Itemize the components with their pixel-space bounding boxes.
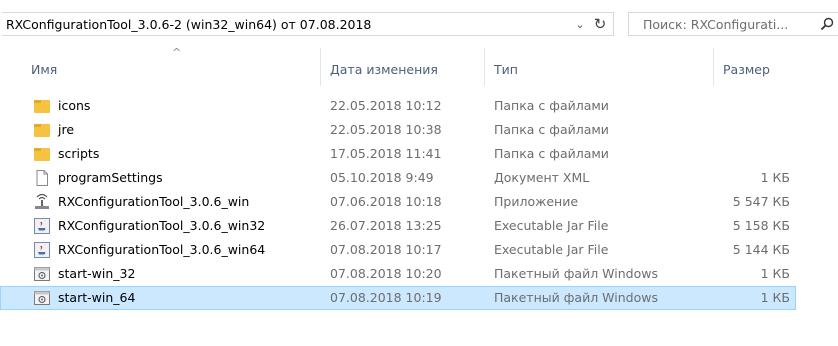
file-date: 07.06.2018 10:18 xyxy=(330,194,442,209)
file-date: 07.08.2018 10:17 xyxy=(330,242,442,257)
file-size: 1 КБ xyxy=(760,170,790,185)
file-row-programsettings[interactable]: programSettings 05.10.2018 9:49 Документ… xyxy=(0,166,796,190)
file-type: Папка с файлами xyxy=(494,98,609,113)
file-size: 1 КБ xyxy=(760,266,790,281)
column-header-row: ^ Имя Дата изменения Тип Размер xyxy=(0,40,838,86)
column-header-name[interactable]: Имя xyxy=(31,62,57,77)
file-name: icons xyxy=(58,98,91,113)
document-icon xyxy=(33,169,51,187)
file-type: Папка с файлами xyxy=(494,122,609,137)
batch-file-icon xyxy=(33,289,51,307)
batch-file-icon xyxy=(33,265,51,283)
column-header-type[interactable]: Тип xyxy=(494,62,518,77)
file-row-scripts[interactable]: scripts 17.05.2018 11:41 Папка с файлами xyxy=(0,142,796,166)
file-type: Executable Jar File xyxy=(494,218,609,233)
column-divider[interactable] xyxy=(484,48,485,86)
file-name: jre xyxy=(58,122,75,137)
file-name: scripts xyxy=(58,146,100,161)
toolbar: RXConfigurationTool_3.0.6-2 (win32_win64… xyxy=(0,0,838,40)
file-row-rxconfigurationtool-win[interactable]: RXConfigurationTool_3.0.6_win 07.06.2018… xyxy=(0,190,796,214)
file-type: Пакетный файл Windows xyxy=(494,266,658,281)
search-input[interactable]: Поиск: RXConfigurati... xyxy=(629,17,816,32)
file-row-start-win-64[interactable]: start-win_64 07.08.2018 10:19 Пакетный ф… xyxy=(0,286,796,310)
file-row-rxconfigurationtool-win32[interactable]: RXConfigurationTool_3.0.6_win32 26.07.20… xyxy=(0,214,796,238)
java-jar-icon xyxy=(33,241,51,259)
search-icon[interactable] xyxy=(816,17,838,31)
folder-icon xyxy=(33,145,51,163)
application-icon xyxy=(33,193,51,211)
file-type: Приложение xyxy=(494,194,579,209)
file-date: 22.05.2018 10:12 xyxy=(330,98,442,113)
file-size: 1 КБ xyxy=(760,290,790,305)
column-divider[interactable] xyxy=(713,48,714,86)
file-type: Executable Jar File xyxy=(494,242,609,257)
file-type: Папка с файлами xyxy=(494,146,609,161)
file-name: start-win_32 xyxy=(58,266,136,281)
address-path[interactable]: RXConfigurationTool_3.0.6-2 (win32_win64… xyxy=(2,17,571,32)
file-size: 5 547 КБ xyxy=(732,194,790,209)
folder-icon xyxy=(33,97,51,115)
search-box[interactable]: Поиск: RXConfigurati... xyxy=(628,12,838,36)
file-type: Документ XML xyxy=(494,170,590,185)
file-name: RXConfigurationTool_3.0.6_win64 xyxy=(58,242,266,257)
file-size: 5 158 КБ xyxy=(732,218,790,233)
file-row-jre[interactable]: jre 22.05.2018 10:38 Папка с файлами xyxy=(0,118,796,142)
column-header-date[interactable]: Дата изменения xyxy=(330,62,438,77)
file-row-start-win-32[interactable]: start-win_32 07.08.2018 10:20 Пакетный ф… xyxy=(0,262,796,286)
sort-ascending-icon: ^ xyxy=(172,46,182,59)
file-row-icons[interactable]: icons 22.05.2018 10:12 Папка с файлами xyxy=(0,94,796,118)
address-bar[interactable]: RXConfigurationTool_3.0.6-2 (win32_win64… xyxy=(2,12,614,36)
file-name: programSettings xyxy=(58,170,163,185)
folder-icon xyxy=(33,121,51,139)
file-size: 5 144 КБ xyxy=(732,242,790,257)
file-name: RXConfigurationTool_3.0.6_win32 xyxy=(58,218,266,233)
file-date: 17.05.2018 11:41 xyxy=(330,146,442,161)
file-date: 07.08.2018 10:19 xyxy=(330,290,442,305)
file-date: 07.08.2018 10:20 xyxy=(330,266,442,281)
java-jar-icon xyxy=(33,217,51,235)
file-date: 05.10.2018 9:49 xyxy=(330,170,434,185)
file-name: start-win_64 xyxy=(58,290,136,305)
file-name: RXConfigurationTool_3.0.6_win xyxy=(58,194,250,209)
file-date: 22.05.2018 10:38 xyxy=(330,122,442,137)
column-header-size[interactable]: Размер xyxy=(723,62,770,77)
file-type: Пакетный файл Windows xyxy=(494,290,658,305)
refresh-icon[interactable]: ↻ xyxy=(589,13,611,35)
chevron-down-icon[interactable]: ⌄ xyxy=(571,18,589,31)
column-divider[interactable] xyxy=(320,48,321,86)
file-date: 26.07.2018 13:25 xyxy=(330,218,442,233)
file-row-rxconfigurationtool-win64[interactable]: RXConfigurationTool_3.0.6_win64 07.08.20… xyxy=(0,238,796,262)
